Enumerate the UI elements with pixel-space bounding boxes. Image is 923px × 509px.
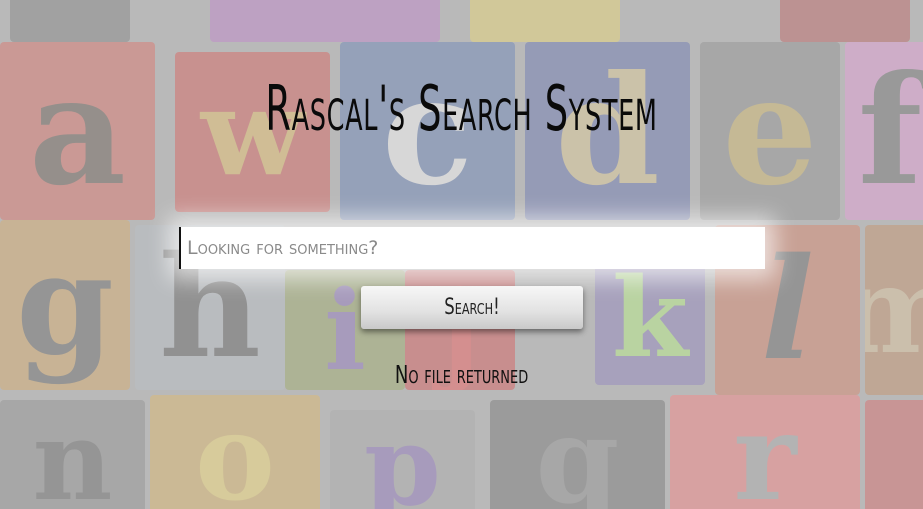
search-result-message: No file returned — [0, 360, 923, 389]
search-bar — [179, 227, 765, 269]
page-title: Rascal's Search System — [265, 72, 658, 145]
result-text: No file returned — [394, 360, 529, 389]
search-button[interactable]: Search! — [361, 286, 583, 329]
search-input[interactable] — [179, 227, 765, 269]
search-button-label: Search! — [444, 295, 500, 320]
